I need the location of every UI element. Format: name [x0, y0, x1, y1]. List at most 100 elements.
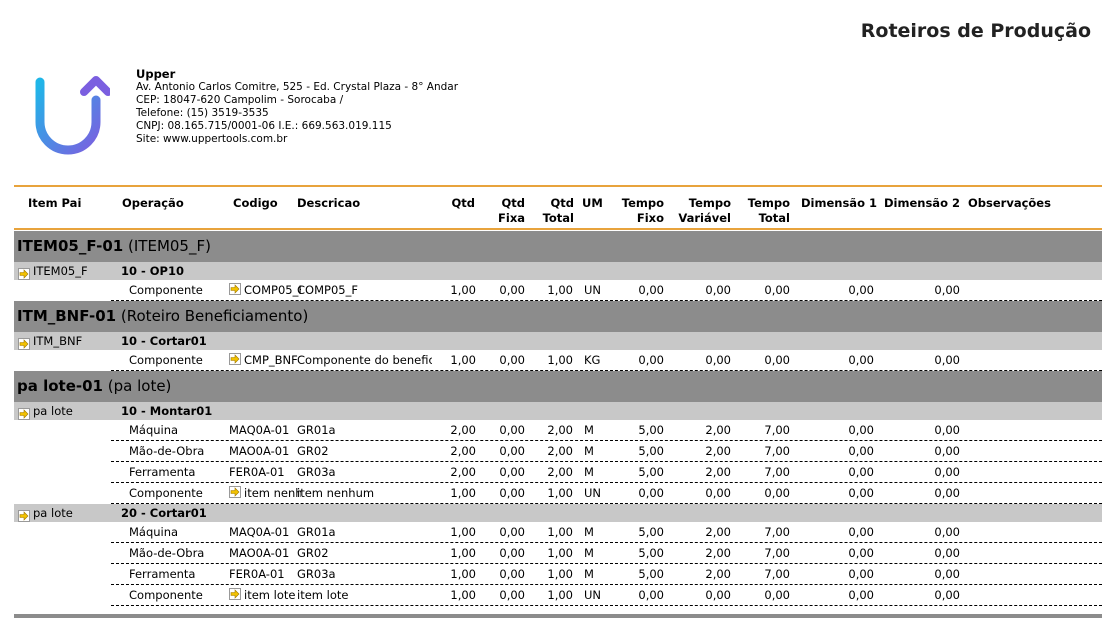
cell-tipo: Mão-de-Obra — [129, 546, 205, 560]
arrow-right-icon — [18, 268, 30, 280]
cell-dimensao1: 0,00 — [848, 486, 874, 500]
route-code: ITEM05_F-01 — [17, 237, 124, 255]
cell-dimensao1: 0,00 — [848, 423, 874, 437]
footer-line — [14, 614, 1102, 618]
cell-codigo-text: item lote — [244, 588, 296, 602]
item-link[interactable] — [16, 507, 30, 522]
arrow-right-icon — [18, 408, 30, 420]
col-descricao: Descricao — [297, 196, 361, 210]
cell-qtd-total: 1,00 — [547, 567, 573, 581]
cell-um: M — [584, 423, 594, 437]
col-item-pai: Item Pai — [28, 196, 82, 210]
component-link[interactable] — [229, 351, 241, 372]
cell-qtd: 1,00 — [450, 353, 476, 367]
report-title: Roteiros de Produção — [860, 20, 1091, 42]
cell-tempo-variavel: 0,00 — [705, 588, 731, 602]
route-name: (pa lote) — [107, 377, 172, 395]
cell-qtd: 1,00 — [450, 486, 476, 500]
upper-logo-icon — [35, 76, 110, 155]
arrow-right-icon — [229, 486, 241, 498]
cell-tempo-total: 7,00 — [764, 567, 790, 581]
col-um: UM — [582, 196, 603, 210]
cell-tempo-total: 7,00 — [764, 444, 790, 458]
cell-tipo: Ferramenta — [129, 567, 196, 581]
table-row: Componente item lote item lote 1,00 0,00 1,00… — [111, 585, 1102, 606]
table-row: Componente item nenhuitem nenhum 1,00 0,00 1… — [111, 483, 1102, 504]
table-row: Máquina MAQ0A-01 GR01a 2,00 0,00 2,00 M 5,00 2,0… — [111, 420, 1102, 441]
cell-tipo: Mão-de-Obra — [129, 444, 205, 458]
cell-descricao: GR02 — [297, 444, 329, 458]
cell-descricao: GR01a — [297, 525, 336, 539]
cell-tipo: Máquina — [129, 525, 179, 539]
cell-codigo: CMP_BNF — [229, 350, 301, 372]
cell-qtd-fixa: 0,00 — [499, 283, 525, 297]
arrow-right-icon — [229, 353, 241, 365]
cell-descricao: GR03a — [297, 465, 336, 479]
cell-codigo: item nenhu — [229, 483, 301, 505]
operation-header: ITEM05_F 10 - OP10 — [14, 262, 1102, 280]
col-dimensao1: Dimensão 1 — [801, 196, 877, 210]
cell-qtd-total: 1,00 — [547, 353, 573, 367]
operation-header: pa lote 20 - Cortar01 — [14, 504, 1102, 522]
route-group-header: pa lote-01 (pa lote) — [14, 371, 1102, 402]
cell-codigo: MAO0A-01 — [229, 546, 290, 560]
cell-qtd: 1,00 — [450, 546, 476, 560]
col-operacao: Operação — [122, 196, 184, 210]
cell-dimensao1: 0,00 — [848, 588, 874, 602]
cell-tempo-fixo: 0,00 — [638, 486, 664, 500]
cell-qtd-total: 2,00 — [547, 423, 573, 437]
cell-tempo-variavel: 2,00 — [705, 444, 731, 458]
item-link[interactable] — [16, 335, 30, 350]
cell-tempo-total: 7,00 — [764, 423, 790, 437]
cell-dimensao2: 0,00 — [934, 546, 960, 560]
table-row: Ferramenta FER0A-01 GR03a 1,00 0,00 1,00 M 5,00… — [111, 564, 1102, 585]
col-tempo-fixo: Tempo Fixo — [621, 196, 664, 225]
cell-tempo-fixo: 5,00 — [638, 546, 664, 560]
cell-dimensao1: 0,00 — [848, 465, 874, 479]
col-qtd-total: Qtd Total — [542, 196, 574, 225]
cell-qtd: 1,00 — [450, 567, 476, 581]
cell-dimensao2: 0,00 — [934, 283, 960, 297]
cell-codigo-text: CMP_BNF — [244, 353, 298, 367]
company-phone: Telefone: (15) 3519-3535 — [136, 107, 269, 119]
cell-tempo-fixo: 0,00 — [638, 588, 664, 602]
cell-tempo-fixo: 5,00 — [638, 525, 664, 539]
cell-dimensao2: 0,00 — [934, 525, 960, 539]
table-row: Mão-de-Obra MAO0A-01 GR02 1,00 0,00 1,00 M 5,00… — [111, 543, 1102, 564]
cell-tempo-fixo: 0,00 — [638, 353, 664, 367]
operation-label: 10 - Montar01 — [121, 404, 213, 418]
component-link[interactable] — [229, 281, 241, 302]
component-link[interactable] — [229, 484, 241, 505]
col-qtd: Qtd — [451, 196, 475, 210]
arrow-right-icon — [229, 588, 241, 600]
item-link[interactable] — [16, 265, 30, 280]
cell-dimensao2: 0,00 — [934, 444, 960, 458]
table-row: Componente COMP05_F COMP05_F 1,00 0,00 1,00 UN… — [111, 280, 1102, 301]
cell-dimensao2: 0,00 — [934, 486, 960, 500]
cell-descricao: item nenhum — [297, 486, 375, 500]
cell-tipo: Componente — [129, 283, 203, 297]
table-row: Ferramenta FER0A-01 GR03a 2,00 0,00 2,00 M 5,00… — [111, 462, 1102, 483]
cell-qtd: 2,00 — [450, 465, 476, 479]
item-link[interactable] — [16, 405, 30, 420]
col-tempo-total: Tempo Total — [747, 196, 790, 225]
cell-dimensao1: 0,00 — [848, 525, 874, 539]
cell-descricao: GR02 — [297, 546, 329, 560]
cell-tempo-variavel: 2,00 — [705, 423, 731, 437]
operation-label: 20 - Cortar01 — [121, 506, 207, 520]
cell-tempo-total: 0,00 — [764, 353, 790, 367]
arrow-right-icon — [229, 283, 241, 295]
cell-um: UN — [584, 283, 602, 297]
arrow-right-icon — [18, 338, 30, 350]
cell-codigo: FER0A-01 — [229, 465, 285, 479]
cell-um: M — [584, 567, 594, 581]
cell-um: M — [584, 465, 594, 479]
header-bottom-line — [14, 228, 1102, 230]
table-row: Componente CMP_BNF Componente do benefic 1,… — [111, 350, 1102, 371]
component-link[interactable] — [229, 586, 241, 607]
cell-qtd-fixa: 0,00 — [499, 465, 525, 479]
routing-table-body: ITEM05_F-01 (ITEM05_F) ITEM05_F 10 - OP10 C… — [14, 231, 1102, 606]
company-cnpj: CNPJ: 08.165.715/0001-06 I.E.: 669.563.0… — [136, 120, 392, 132]
cell-codigo: COMP05_F — [229, 280, 301, 302]
col-qtd-fixa: Qtd Fixa — [498, 196, 525, 225]
